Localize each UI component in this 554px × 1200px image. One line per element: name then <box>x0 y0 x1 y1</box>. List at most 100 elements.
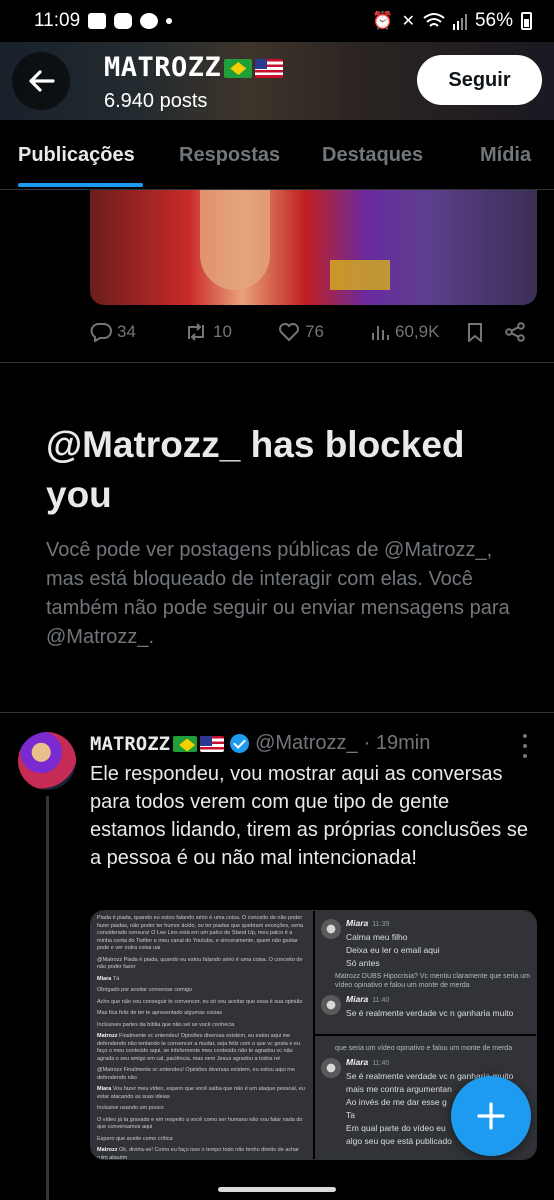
youtube-icon <box>114 13 133 29</box>
bookmark-icon <box>468 323 482 342</box>
chat-author: Miara <box>97 975 113 982</box>
divider <box>0 712 554 713</box>
chat-text: Se é realmente verdade vc n ganharia mui… <box>346 1008 514 1018</box>
blocked-title: @Matrozz_ has blocked you <box>46 424 465 515</box>
brazil-flag-icon <box>173 735 198 752</box>
profile-tabs: Publicações Respostas Destaques Mídia <box>0 120 554 190</box>
tweet-header: MATROZZ @Matrozz_ · 19min <box>90 732 490 755</box>
bookmark-action[interactable] <box>466 322 484 342</box>
avatar[interactable] <box>18 732 76 790</box>
chat-text: Mas fica feliz de ter te apresentado alg… <box>97 1010 223 1016</box>
chat-time: 11:39 <box>372 921 390 928</box>
like-count: 76 <box>305 322 324 341</box>
previous-post-actions: 34 10 76 60,9K <box>90 312 535 352</box>
thread-line <box>46 796 49 1200</box>
chat-text: Ok, divirta-se! Como eu faço isso o temp… <box>97 1147 300 1159</box>
image-figure <box>200 190 270 290</box>
mute-icon: ✕ <box>401 13 415 30</box>
status-time: 11:09 <box>34 10 81 31</box>
chat-message: Miara Tá <box>97 976 307 984</box>
wifi-icon <box>423 13 445 27</box>
chat-text: O vídeo já ta gravado e em respeito a vo… <box>97 1116 303 1131</box>
active-tab-indicator <box>18 183 143 187</box>
brazil-flag-icon <box>224 59 253 78</box>
chat-text: Piada é piada, quando eu estou falando s… <box>97 915 304 951</box>
profile-header: MATROZZ 6.940 posts Seguir <box>0 42 554 120</box>
tweet-handle[interactable]: @Matrozz_ <box>255 732 358 755</box>
chat-message: Obrigado por aceitar conversar comigo <box>97 987 307 995</box>
gesture-bar[interactable] <box>218 1187 336 1192</box>
usa-flag-icon <box>255 59 284 78</box>
chat-time: 11:40 <box>372 997 390 1004</box>
blocked-notice: @Matrozz_ has blocked you Você pode ver … <box>46 420 516 652</box>
chat-avatar <box>321 995 342 1015</box>
status-right: ⏰ ✕ 56% <box>372 10 532 32</box>
tab-midia[interactable]: Mídia <box>480 144 531 167</box>
chat-author: Miara <box>97 1086 113 1092</box>
plus-icon <box>477 1102 505 1130</box>
chat-message: Inclusive usando um pouco <box>97 1105 307 1113</box>
chat-time: 11:40 <box>372 1060 390 1067</box>
tab-respostas[interactable]: Respostas <box>179 144 280 167</box>
chat-text: Inclusives partes da bíblia que não sei … <box>97 1021 235 1028</box>
usa-flag-icon <box>200 735 225 752</box>
gallery-icon <box>88 13 107 29</box>
chat-message: @Matrozz Finalmente vc entendeu! Opiniõe… <box>97 1067 307 1082</box>
chat-text: Acho que não vou conseguir te convencer,… <box>97 998 303 1005</box>
share-action[interactable] <box>504 322 526 342</box>
reply-count: 34 <box>117 322 136 341</box>
notification-dot-icon <box>166 18 173 24</box>
status-left: 11:09 <box>34 10 173 32</box>
chat-message: @Matrozz Piada é piada, quando eu estou … <box>97 957 307 972</box>
chat-text: Finalmente vc entendeu! Opiniões diversa… <box>97 1033 301 1062</box>
tweet-author-name[interactable]: MATROZZ <box>90 733 170 755</box>
chat-message: O vídeo já ta gravado e em respeito a vo… <box>97 1117 307 1132</box>
chat-reply-reference: Matrozz DUBS Hipocrisia? Vc mentiu clara… <box>335 973 530 989</box>
chat-screenshot-top[interactable]: Miara 11:39 Calma meu filho Deixa eu ler o … <box>315 911 536 1034</box>
chat-text: Deixa eu ler o email aqui <box>346 945 440 955</box>
chat-avatar <box>321 919 342 939</box>
like-action[interactable]: 76 <box>278 322 324 342</box>
chat-text: Calma meu filho <box>346 932 408 942</box>
arrow-left-icon <box>29 70 55 92</box>
chat-text: @Matrozz Finalmente vc entendeu! Opiniõe… <box>97 1067 295 1081</box>
chat-message: Miara 11:39 Calma meu filho Deixa eu ler o … <box>321 917 530 970</box>
post-count: 6.940 posts <box>104 90 208 112</box>
battery-level: 56% <box>474 10 513 31</box>
repost-action[interactable]: 10 <box>184 322 232 342</box>
chat-text: Vou fazer meu vídeo, espero que você sai… <box>97 1086 305 1100</box>
compose-button[interactable] <box>451 1076 531 1156</box>
tweet-text: Ele respondeu, vou mostrar aqui as conve… <box>90 763 528 869</box>
back-button[interactable] <box>12 52 70 110</box>
tweet-time: · 19min <box>363 732 431 754</box>
chat-text: Obrigado por aceitar conversar comigo <box>97 987 193 993</box>
reply-action[interactable]: 34 <box>90 322 136 342</box>
chat-message: Mas fica feliz de ter te apresentado alg… <box>97 1010 307 1018</box>
signal-icon <box>452 14 467 30</box>
chat-text: Tá <box>112 975 120 982</box>
chat-screenshot-left[interactable]: Piada é piada, quando eu estou falando s… <box>91 911 314 1159</box>
repost-count: 10 <box>213 322 232 341</box>
views-icon <box>372 326 389 340</box>
chat-message: Miara Vou fazer meu vídeo, espero que vo… <box>97 1086 307 1101</box>
repost-icon <box>188 323 204 341</box>
previous-post-image[interactable] <box>90 190 537 305</box>
views-action[interactable]: 60,9K <box>370 322 439 342</box>
status-bar: 11:09 ⏰ ✕ 56% <box>0 0 554 42</box>
heart-icon <box>279 323 299 342</box>
chat-avatar <box>321 1058 342 1078</box>
divider <box>0 362 554 363</box>
chat-author: Miara <box>346 1057 369 1067</box>
more-options-icon[interactable] <box>520 734 530 758</box>
chat-text: Espero que aceite como crítica <box>97 1135 173 1142</box>
profile-name-text: MATROZZ <box>104 52 222 83</box>
tab-destaques[interactable]: Destaques <box>322 144 423 167</box>
chat-text: @Matrozz Piada é piada, quando eu estou … <box>97 956 303 971</box>
image-figure <box>330 260 390 290</box>
whatsapp-icon <box>140 13 159 29</box>
chat-author: Matrozz <box>97 1147 119 1153</box>
chat-text: Inclusive usando um pouco <box>97 1105 164 1111</box>
tab-publicacoes[interactable]: Publicações <box>18 144 135 167</box>
reply-icon <box>90 323 112 342</box>
follow-button[interactable]: Seguir <box>417 55 542 105</box>
